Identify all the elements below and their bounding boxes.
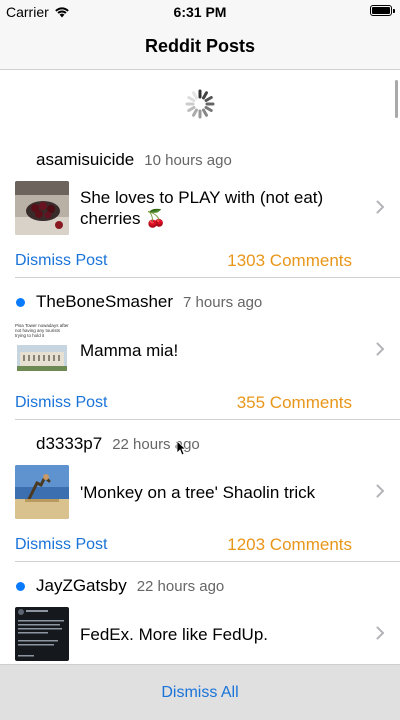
mouse-pointer-icon bbox=[176, 440, 186, 456]
post-title: She loves to PLAY with (not eat) cherrie… bbox=[80, 188, 324, 228]
comments-count[interactable]: 355 Comments bbox=[237, 393, 352, 413]
building-image bbox=[17, 345, 67, 371]
chevron-right-icon bbox=[376, 200, 384, 214]
navigation-bar: Reddit Posts bbox=[0, 24, 400, 70]
post-header: JayZGatsby 22 hours ago bbox=[16, 576, 224, 596]
post-title: FedEx. More like FedUp. bbox=[80, 624, 269, 644]
chevron-right-icon bbox=[376, 626, 384, 640]
bottom-toolbar: Dismiss All bbox=[0, 664, 400, 720]
post-thumbnail[interactable] bbox=[15, 181, 69, 235]
dismiss-post-button[interactable]: Dismiss Post bbox=[15, 536, 107, 554]
post-title: 'Monkey on a tree' Shaolin trick bbox=[80, 482, 316, 502]
comments-count[interactable]: 1303 Comments bbox=[227, 251, 352, 271]
loading-spinner-icon bbox=[185, 89, 215, 119]
post-header: asamisuicide 10 hours ago bbox=[16, 150, 232, 170]
unread-indicator-icon bbox=[16, 581, 25, 591]
unread-indicator-icon bbox=[16, 297, 25, 307]
post-time: 22 hours ago bbox=[112, 436, 200, 453]
dismiss-post-button[interactable]: Dismiss Post bbox=[15, 394, 107, 412]
chevron-right-icon bbox=[376, 342, 384, 356]
post-cell[interactable]: JayZGatsby 22 hours ago FedEx. More like… bbox=[0, 566, 400, 664]
chevron-right-icon bbox=[376, 484, 384, 498]
post-title: Mamma mia! bbox=[80, 340, 179, 360]
post-row[interactable]: FedEx. More like FedUp. bbox=[15, 606, 385, 662]
battery-icon bbox=[370, 5, 395, 16]
post-thumbnail[interactable] bbox=[15, 607, 69, 661]
clock: 6:31 PM bbox=[173, 4, 227, 20]
thumbnail-caption: Pisa Tower nowadays after not having any… bbox=[15, 323, 69, 338]
post-list[interactable]: asamisuicide 10 hours ago She loves to P… bbox=[0, 70, 400, 664]
post-time: 7 hours ago bbox=[183, 294, 263, 311]
post-row[interactable]: 'Monkey on a tree' Shaolin trick bbox=[15, 464, 385, 520]
comments-count[interactable]: 1203 Comments bbox=[227, 535, 352, 555]
post-time: 10 hours ago bbox=[144, 152, 232, 169]
post-author: asamisuicide bbox=[36, 150, 135, 169]
dismiss-all-button[interactable]: Dismiss All bbox=[0, 665, 400, 720]
post-thumbnail[interactable] bbox=[15, 465, 69, 519]
status-bar: Carrier 6:31 PM bbox=[0, 0, 400, 24]
post-row[interactable]: She loves to PLAY with (not eat) cherrie… bbox=[15, 180, 385, 236]
divider bbox=[15, 419, 400, 420]
post-header: TheBoneSmasher 7 hours ago bbox=[16, 292, 262, 312]
post-time: 22 hours ago bbox=[136, 578, 225, 595]
scrollbar[interactable] bbox=[395, 80, 398, 118]
divider bbox=[15, 561, 400, 562]
post-cell[interactable]: asamisuicide 10 hours ago She loves to P… bbox=[0, 140, 400, 282]
post-thumbnail[interactable]: Pisa Tower nowadays after not having any… bbox=[15, 323, 69, 377]
post-author: JayZGatsby bbox=[36, 576, 127, 595]
post-header: d3333p7 22 hours ago bbox=[16, 434, 200, 454]
post-author: TheBoneSmasher bbox=[36, 292, 174, 311]
post-row[interactable]: Pisa Tower nowadays after not having any… bbox=[15, 322, 385, 378]
dismiss-post-button[interactable]: Dismiss Post bbox=[15, 252, 107, 270]
post-cell[interactable]: d3333p7 22 hours ago 'Monkey on a tree' … bbox=[0, 424, 400, 566]
divider bbox=[15, 277, 400, 278]
page-title: Reddit Posts bbox=[144, 36, 255, 56]
post-cell[interactable]: TheBoneSmasher 7 hours ago Pisa Tower no… bbox=[0, 282, 400, 424]
post-author: d3333p7 bbox=[36, 434, 103, 453]
